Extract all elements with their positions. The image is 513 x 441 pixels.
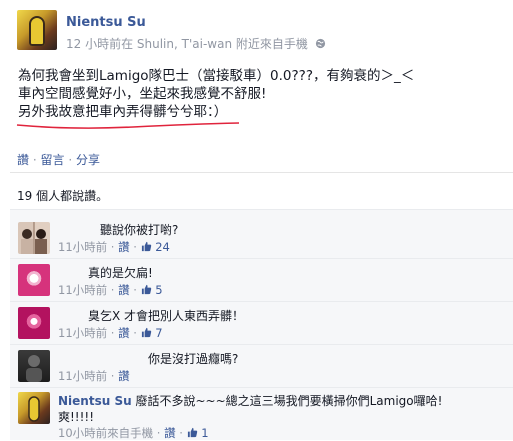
comment-link[interactable]: 留言 [41, 153, 65, 167]
post-actions: 讚 · 留言 · 分享 [17, 151, 100, 168]
comment-meta: 11小時前 · 讚 · 24 [58, 240, 170, 254]
author-avatar[interactable] [17, 10, 57, 50]
thumbs-up-icon [141, 284, 151, 295]
comment-text: 聽說你被打喲? [100, 223, 179, 237]
divider [10, 172, 513, 173]
comment-text: 你是沒打過癮嗎? [148, 352, 239, 366]
action-sep: · [68, 153, 73, 167]
post-line-1: 為何我會坐到Lamigo隊巴士（當接駁車）0.0???，有夠衰的＞_＜ [18, 68, 415, 84]
comment-like-link[interactable]: 讚 [118, 369, 130, 383]
thumbs-up-icon [141, 327, 151, 338]
comment-text: 臭乞X 才會把別人東西弄髒！ [88, 309, 245, 323]
comment-like-link[interactable]: 讚 [118, 240, 130, 254]
comment-time[interactable]: 10小時前來自手機 [58, 426, 153, 440]
comment-like-count[interactable]: 5 [155, 283, 162, 297]
divider [10, 387, 513, 388]
thumbs-up-icon [187, 427, 197, 438]
comment-author[interactable]: Nientsu Su [58, 394, 132, 408]
post-body: 為何我會坐到Lamigo隊巴士（當接駁車）0.0???，有夠衰的＞_＜ 車內空間… [18, 67, 414, 121]
likes-summary[interactable]: 19 個人都說讚。 [17, 187, 108, 204]
comment-meta: 10小時前來自手機 · 讚 · 1 [58, 426, 209, 440]
author-name[interactable]: Nientsu Su [66, 15, 146, 30]
commenter-avatar[interactable] [18, 392, 50, 424]
comment-text-line-2: 爽!!!!! [58, 410, 95, 424]
action-sep: · [32, 153, 37, 167]
comment-time[interactable]: 11小時前 [58, 283, 107, 297]
comment-like-link[interactable]: 讚 [164, 426, 176, 440]
divider [10, 344, 513, 345]
comment-meta: 11小時前 · 讚 · 5 [58, 283, 163, 297]
commenter-avatar[interactable] [18, 307, 50, 339]
comment-meta: 11小時前 · 讚 [58, 369, 130, 383]
like-link[interactable]: 讚 [17, 153, 29, 167]
share-link[interactable]: 分享 [76, 153, 100, 167]
post-meta: 12 小時前在 Shulin, T'ai-wan 附近來自手機 [66, 35, 326, 52]
photo-icon [21, 229, 47, 254]
thumbs-up-icon [141, 241, 151, 252]
comment-text: 廢話不多說~~~總之這三場我們要橫掃你們Lamigo囉哈! [135, 394, 443, 408]
divider [10, 258, 513, 259]
post-line-2: 車內空間感覺好小，坐起來我感覺不舒服! [18, 86, 267, 102]
commenter-avatar[interactable] [18, 222, 50, 254]
comment-like-count[interactable]: 7 [155, 326, 162, 340]
post-time[interactable]: 12 小時前在 Shulin, T'ai-wan 附近來自手機 [66, 37, 308, 51]
globe-icon [315, 38, 325, 49]
comment-like-link[interactable]: 讚 [118, 283, 130, 297]
comment-text: 真的是欠扁! [88, 266, 153, 280]
divider [10, 209, 513, 210]
dark-figure-icon [26, 355, 42, 382]
comment-like-link[interactable]: 讚 [118, 326, 130, 340]
comment-time[interactable]: 11小時前 [58, 326, 107, 340]
red-underline-annotation [16, 122, 240, 129]
comment-time[interactable]: 11小時前 [58, 369, 107, 383]
commenter-avatar[interactable] [18, 264, 50, 296]
comment-like-count[interactable]: 24 [155, 240, 170, 254]
divider [10, 301, 513, 302]
comment-text-block: Nientsu Su 廢話不多說~~~總之這三場我們要橫掃你們Lamigo囉哈! [58, 392, 442, 409]
comment-time[interactable]: 11小時前 [58, 240, 107, 254]
comment-like-count[interactable]: 1 [201, 426, 208, 440]
comment-meta: 11小時前 · 讚 · 7 [58, 326, 163, 340]
commenter-avatar[interactable] [18, 350, 50, 382]
profile-icon [28, 396, 40, 422]
